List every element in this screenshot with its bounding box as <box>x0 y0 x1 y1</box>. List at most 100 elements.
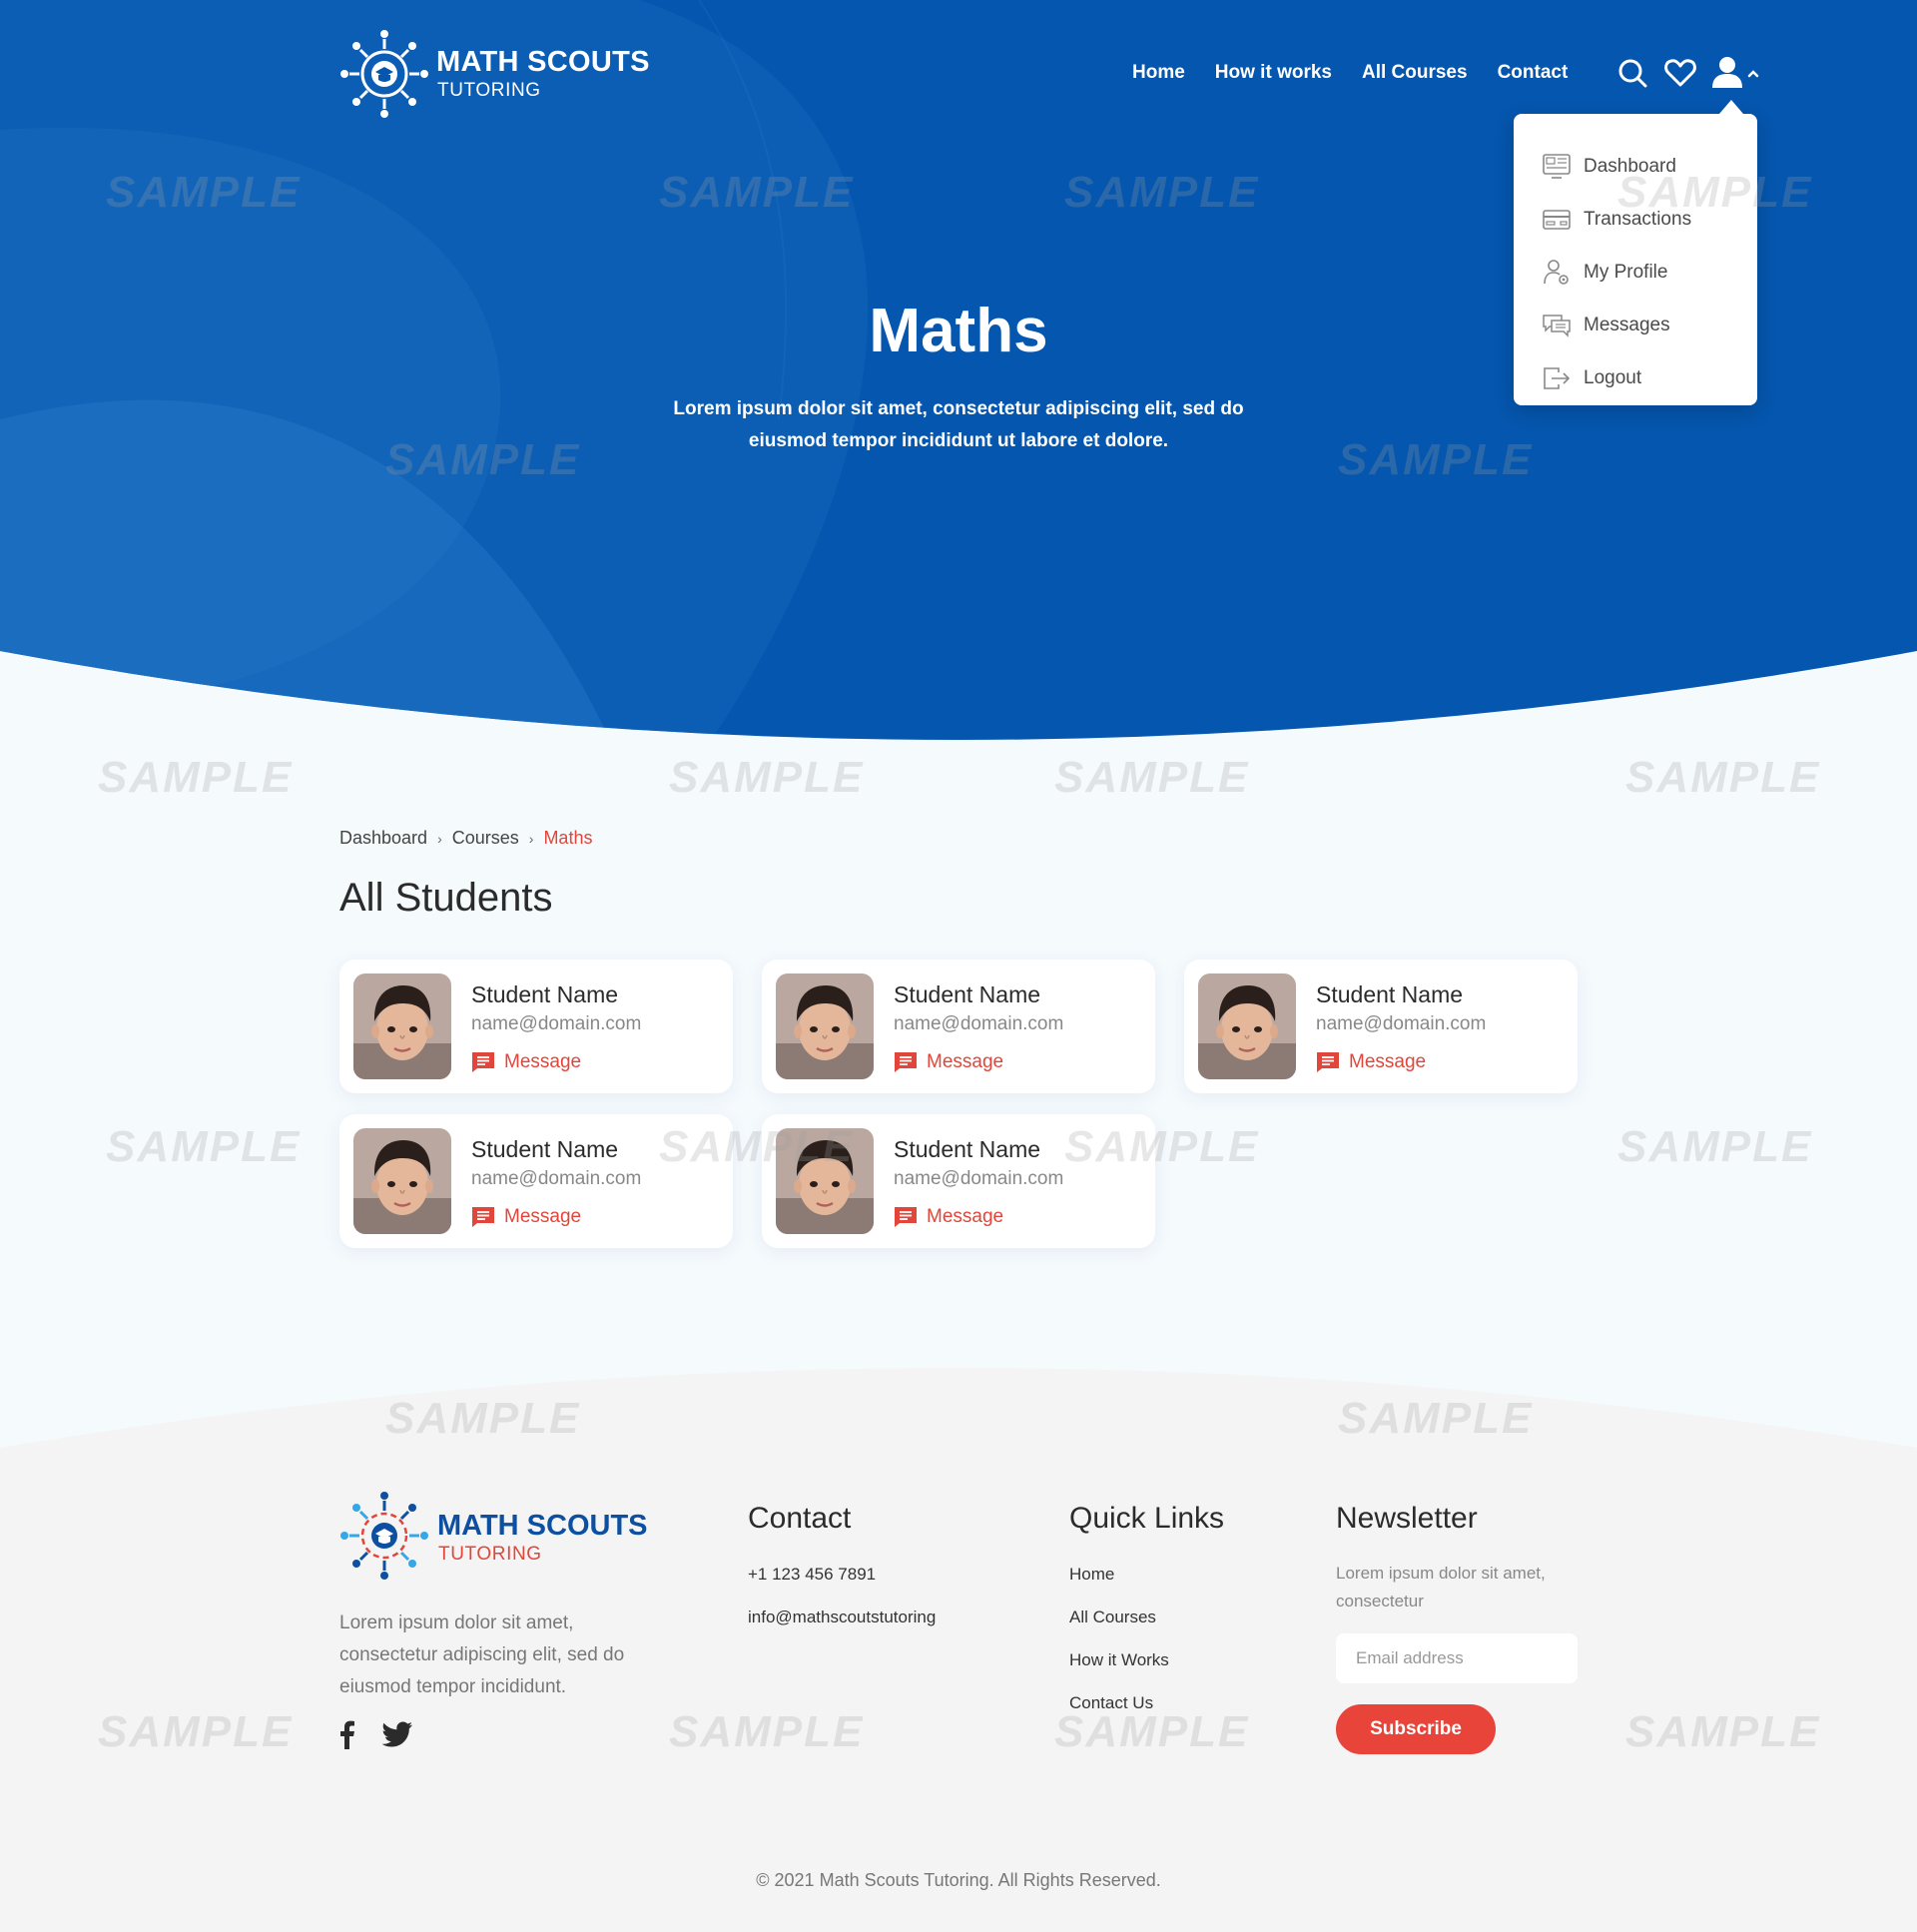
main-nav: Home How it works All Courses Contact <box>1132 62 1568 84</box>
student-avatar <box>1198 973 1296 1079</box>
student-avatar <box>353 973 451 1079</box>
menu-item-transactions[interactable]: Transactions <box>1514 193 1757 246</box>
brand-tagline: TUTORING <box>437 80 541 101</box>
student-name: Student Name <box>471 981 619 1007</box>
menu-item-messages[interactable]: Messages <box>1514 299 1757 351</box>
hero-text: Lorem ipsum dolor sit amet, consectetur … <box>673 398 1244 451</box>
wishlist-button[interactable] <box>1663 56 1697 90</box>
student-name: Student Name <box>1316 981 1464 1007</box>
facebook-link[interactable] <box>339 1719 355 1749</box>
message-icon <box>472 1207 494 1227</box>
breadcrumb-dashboard[interactable]: Dashboard <box>339 828 427 849</box>
facebook-icon <box>340 1720 354 1749</box>
site-footer <box>0 1348 1917 1932</box>
header-actions <box>1615 56 1763 90</box>
watermark: SAMPLE <box>98 753 294 802</box>
student-name: Student Name <box>471 1136 619 1162</box>
newsletter-heading: Newsletter <box>1336 1502 1478 1535</box>
copyright: © 2021 Math Scouts Tutoring. All Rights … <box>756 1870 1161 1890</box>
brand-tagline: TUTORING <box>438 1544 542 1565</box>
search-button[interactable] <box>1615 56 1649 90</box>
footer-about-text: Lorem ipsum dolor sit amet, consectetur … <box>339 1612 625 1697</box>
student-avatar <box>353 1128 451 1234</box>
watermark: SAMPLE <box>106 1122 302 1171</box>
twitter-icon <box>381 1721 412 1746</box>
message-label: Message <box>927 1051 1004 1072</box>
nav-all-courses[interactable]: All Courses <box>1362 62 1468 84</box>
dashboard-icon <box>1542 153 1572 181</box>
student-email: name@domain.com <box>894 1013 1064 1034</box>
quick-links-heading: Quick Links <box>1069 1502 1225 1535</box>
nav-home[interactable]: Home <box>1132 62 1185 84</box>
page-title: All Students <box>339 876 553 920</box>
footer-logo[interactable]: MATH SCOUTS TUTORING <box>339 1488 659 1584</box>
subscribe-button[interactable]: Subscribe <box>1336 1704 1496 1754</box>
message-student-button[interactable]: Message <box>894 1206 1003 1228</box>
student-avatar <box>776 1128 874 1234</box>
message-student-button[interactable]: Message <box>471 1051 581 1073</box>
chevron-up-icon <box>1747 70 1759 78</box>
message-student-button[interactable]: Message <box>471 1206 581 1228</box>
breadcrumb-current: Maths <box>543 828 593 848</box>
footer-link-home[interactable]: Home <box>1069 1565 1114 1585</box>
logout-icon <box>1542 364 1572 392</box>
search-icon <box>1618 59 1647 88</box>
messages-icon <box>1542 312 1572 339</box>
message-label: Message <box>927 1206 1004 1227</box>
card-icon <box>1542 206 1572 234</box>
student-email: name@domain.com <box>894 1168 1064 1189</box>
menu-item-label: Logout <box>1584 366 1642 388</box>
menu-item-label: Messages <box>1584 314 1670 335</box>
logo-mark-icon <box>340 30 428 118</box>
brand-name: MATH SCOUTS <box>437 1510 648 1542</box>
student-email: name@domain.com <box>1316 1013 1487 1034</box>
menu-item-label: Dashboard <box>1584 155 1676 177</box>
newsletter-text: Lorem ipsum dolor sit amet, consectetur <box>1336 1564 1546 1610</box>
heart-icon <box>1664 59 1696 87</box>
footer-link-all-courses[interactable]: All Courses <box>1069 1608 1156 1627</box>
newsletter-email-input[interactable] <box>1336 1633 1578 1683</box>
breadcrumb: Dashboard › Courses › Maths <box>339 828 592 849</box>
student-card: Student Name name@domain.com Message <box>762 1114 1155 1248</box>
student-card: Student Name name@domain.com Message <box>339 960 733 1093</box>
message-icon <box>472 1052 494 1072</box>
user-dropdown-menu: Dashboard Transactions My Profile Messag… <box>1514 100 1757 405</box>
student-email: name@domain.com <box>471 1013 642 1034</box>
message-label: Message <box>504 1206 582 1227</box>
user-menu-toggle[interactable] <box>1711 56 1763 90</box>
site-header: MATH SCOUTS TUTORING Home How it works A… <box>339 26 1759 126</box>
social-links <box>339 1719 413 1749</box>
user-icon <box>1712 57 1759 88</box>
student-name: Student Name <box>894 981 1041 1007</box>
student-card: Student Name name@domain.com Message <box>339 1114 733 1248</box>
breadcrumb-courses[interactable]: Courses <box>452 828 519 849</box>
watermark: SAMPLE <box>1054 753 1250 802</box>
chevron-right-icon: › <box>437 830 442 847</box>
menu-item-logout[interactable]: Logout <box>1514 351 1757 404</box>
footer-background <box>0 1368 1917 1932</box>
brand-logo[interactable]: MATH SCOUTS TUTORING <box>339 26 659 122</box>
message-icon <box>895 1052 917 1072</box>
student-avatar <box>776 973 874 1079</box>
nav-how-it-works[interactable]: How it works <box>1215 62 1332 84</box>
profile-icon <box>1542 259 1572 287</box>
contact-email[interactable]: info@mathscoutstutoring <box>748 1608 936 1627</box>
footer-link-how-it-works[interactable]: How it Works <box>1069 1650 1169 1670</box>
menu-item-my-profile[interactable]: My Profile <box>1514 246 1757 299</box>
watermark: SAMPLE <box>1625 753 1821 802</box>
chevron-right-icon: › <box>528 830 534 847</box>
message-label: Message <box>504 1051 582 1072</box>
message-student-button[interactable]: Message <box>1316 1051 1426 1073</box>
message-student-button[interactable]: Message <box>894 1051 1003 1073</box>
logo-mark-icon <box>340 1492 428 1580</box>
nav-contact[interactable]: Contact <box>1498 62 1569 84</box>
watermark: SAMPLE <box>1617 1122 1813 1171</box>
student-email: name@domain.com <box>471 1168 642 1189</box>
menu-item-dashboard[interactable]: Dashboard <box>1514 140 1757 193</box>
contact-phone: +1 123 456 7891 <box>748 1565 877 1584</box>
menu-item-label: My Profile <box>1584 261 1668 283</box>
twitter-link[interactable] <box>381 1721 413 1748</box>
watermark: SAMPLE <box>669 753 865 802</box>
message-label: Message <box>1349 1051 1427 1072</box>
footer-link-contact-us[interactable]: Contact Us <box>1069 1693 1153 1713</box>
